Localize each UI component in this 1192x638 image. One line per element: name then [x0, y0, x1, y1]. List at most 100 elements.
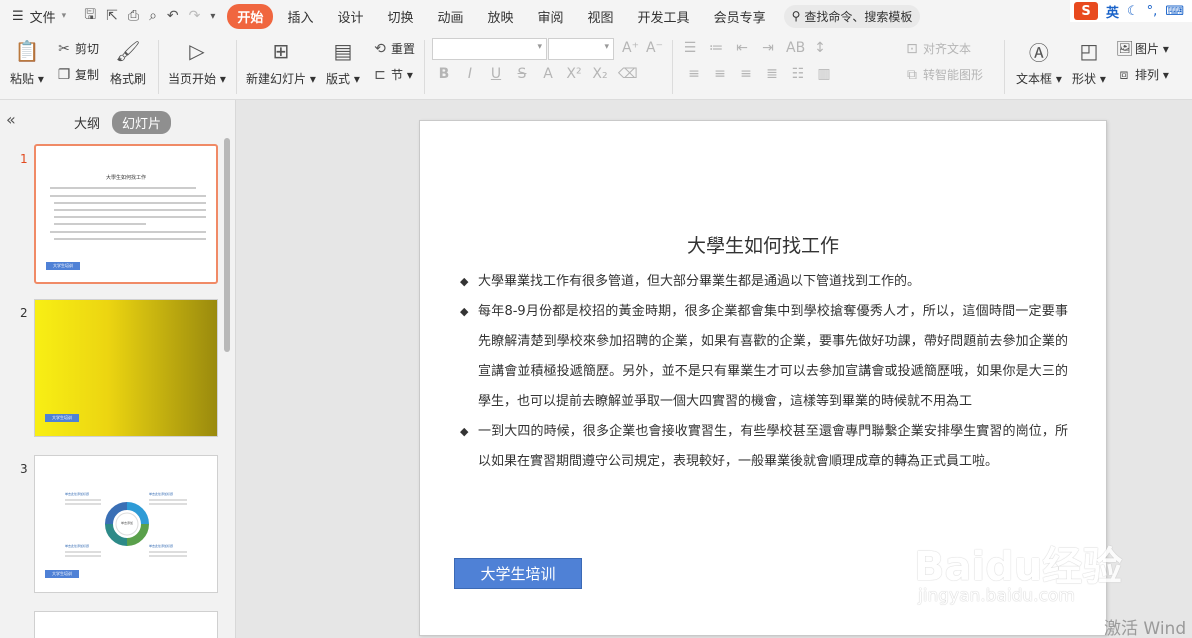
tab-insert[interactable]: 插入: [277, 4, 323, 29]
tab-animation[interactable]: 动画: [427, 4, 473, 29]
pane-scrollbar[interactable]: [224, 138, 230, 352]
thumb-text-lines: [50, 187, 206, 240]
tab-home[interactable]: 开始: [227, 3, 274, 29]
format-painter-button[interactable]: 🖌 格式刷: [110, 38, 146, 87]
slide-number: 1: [20, 152, 28, 166]
align-right-icon[interactable]: ≡: [738, 66, 754, 82]
strikethrough-icon[interactable]: S: [514, 66, 530, 82]
paragraph-group-top: ☰ ≔ ⇤ ⇥ AB ↕: [682, 40, 828, 56]
section-button[interactable]: ⊏ 节 ▾: [372, 66, 413, 83]
arrange-button[interactable]: ⧈ 排列 ▾: [1116, 66, 1169, 83]
reset-button[interactable]: ⟲ 重置: [372, 40, 415, 57]
align-text-button[interactable]: ⊡ 对齐文本: [904, 40, 971, 57]
shapes-label: 形状: [1072, 72, 1097, 86]
watermark-url: jingyan.baidu.com: [918, 586, 1075, 606]
tab-transition[interactable]: 切换: [377, 4, 423, 29]
ime-language[interactable]: 英: [1106, 2, 1119, 21]
distribute-icon[interactable]: ☷: [790, 66, 806, 82]
brush-icon: 🖌: [115, 39, 141, 63]
tab-slides[interactable]: 幻灯片: [112, 111, 172, 134]
layout-button[interactable]: ▤ 版式 ▾: [326, 38, 360, 87]
italic-icon[interactable]: I: [462, 66, 478, 82]
increase-font-icon[interactable]: A⁺: [622, 40, 639, 56]
slide-thumbnail-2[interactable]: 大学生培训: [34, 299, 218, 437]
layout-label: 版式: [326, 72, 351, 86]
save-icon[interactable]: 🖫: [84, 4, 96, 28]
search-placeholder: 查找命令、搜索模板: [804, 9, 913, 24]
section-icon: ⊏: [374, 66, 386, 83]
font-size-select[interactable]: [548, 38, 614, 60]
align-center-icon[interactable]: ≡: [712, 66, 728, 82]
tab-developer[interactable]: 开发工具: [628, 4, 700, 29]
font-color-icon[interactable]: A: [540, 66, 556, 82]
command-search[interactable]: ⚲ 查找命令、搜索模板: [783, 4, 921, 28]
decrease-indent-icon[interactable]: ⇤: [734, 40, 750, 56]
windows-activation-notice: 激活 Wind: [1104, 619, 1187, 638]
underline-icon[interactable]: U: [488, 66, 504, 82]
decrease-font-icon[interactable]: A⁻: [646, 40, 663, 56]
shapes-button[interactable]: ◰ 形状 ▾: [1072, 38, 1106, 87]
baidu-watermark: Baidu经验: [914, 544, 1123, 590]
thumb-quadrant-label: 单击此处添加标题: [65, 544, 90, 548]
text-direction-icon[interactable]: AB: [786, 40, 805, 56]
layout-icon: ▤: [333, 39, 353, 63]
new-slide-button[interactable]: ⊞ 新建幻灯片 ▾: [246, 38, 316, 87]
columns-icon[interactable]: ▥: [816, 66, 832, 82]
sogou-logo-icon[interactable]: S: [1074, 2, 1098, 20]
redo-icon[interactable]: ↷: [189, 8, 201, 24]
align-text-icon: ⊡: [906, 40, 918, 57]
increase-indent-icon[interactable]: ⇥: [760, 40, 776, 56]
tab-membership[interactable]: 会员专享: [704, 4, 776, 29]
tab-design[interactable]: 设计: [327, 4, 373, 29]
slide-thumbnail-1[interactable]: 大學生如何找工作 大学生培训: [34, 144, 218, 284]
subscript-icon[interactable]: X₂: [592, 66, 608, 82]
copy-icon: ❐: [57, 66, 71, 83]
tab-slideshow[interactable]: 放映: [478, 4, 524, 29]
picture-button[interactable]: 🖼 图片 ▾: [1116, 40, 1169, 57]
play-from-current-button[interactable]: ▷ 当页开始 ▾: [168, 38, 226, 87]
cloud-export-icon[interactable]: ⇱: [106, 8, 118, 24]
tab-review[interactable]: 审阅: [528, 4, 574, 29]
undo-icon[interactable]: ↶: [167, 8, 179, 24]
file-menu-label: 文件: [29, 10, 56, 26]
customize-chevron-icon[interactable]: ▾: [210, 11, 215, 22]
slide-button-shape[interactable]: 大学生培训: [454, 558, 582, 589]
ribbon-toolbar: 📋 粘贴 ▾ ✂ 剪切 ❐ 复制 🖌 格式刷 ▷ 当页开始 ▾ ⊞ 新建幻灯片 …: [0, 32, 1192, 100]
file-menu[interactable]: ☰ 文件 ▾: [0, 7, 76, 26]
justify-icon[interactable]: ≣: [764, 66, 780, 82]
scissors-icon: ✂: [58, 40, 70, 57]
slide-thumbnail-4[interactable]: [34, 611, 218, 638]
slide-thumbnail-3[interactable]: 单击添加 单击此处添加标题 单击此处添加标题 单击此处添加标题 单击此处添加标题…: [34, 455, 218, 593]
print-preview-icon[interactable]: ⌕: [149, 8, 157, 24]
print-icon[interactable]: ⎙: [128, 8, 139, 24]
paragraph-group-bottom: ≡ ≡ ≡ ≣ ☷ ▥: [686, 66, 832, 82]
punctuation-icon[interactable]: °,: [1147, 4, 1158, 19]
convert-smartart-button[interactable]: ⧉ 转智能图形: [904, 66, 983, 83]
section-label: 节: [391, 68, 404, 82]
line-spacing-icon[interactable]: ↕: [812, 40, 828, 56]
copy-label: 复制: [75, 68, 100, 82]
font-family-select[interactable]: [432, 38, 547, 60]
slide-body-text[interactable]: 大學畢業找工作有很多管道，但大部分畢業生都是通過以下管道找到工作的。 每年8-9…: [460, 267, 1068, 477]
copy-button[interactable]: ❐ 复制: [56, 66, 99, 83]
smartart-icon: ⧉: [907, 66, 917, 83]
new-slide-icon: ⊞: [272, 39, 290, 63]
keyboard-icon[interactable]: ⌨: [1165, 4, 1184, 19]
textbox-button[interactable]: Ⓐ 文本框 ▾: [1016, 38, 1062, 87]
cut-button[interactable]: ✂ 剪切: [56, 40, 99, 57]
format-painter-label: 格式刷: [110, 72, 147, 86]
paste-label: 粘贴: [10, 72, 35, 86]
bold-icon[interactable]: B: [436, 66, 452, 82]
hamburger-icon: ☰: [12, 8, 24, 24]
clear-format-icon[interactable]: ⌫: [618, 66, 638, 82]
paste-button[interactable]: 📋 粘贴 ▾: [10, 38, 44, 87]
slide-title[interactable]: 大學生如何找工作: [420, 231, 1106, 258]
align-left-icon[interactable]: ≡: [686, 66, 702, 82]
tab-view[interactable]: 视图: [578, 4, 624, 29]
bullet-list-icon[interactable]: ☰: [682, 40, 698, 56]
superscript-icon[interactable]: X²: [566, 66, 582, 82]
collapse-pane-icon[interactable]: «: [6, 110, 16, 129]
moon-icon[interactable]: ☾: [1127, 4, 1139, 19]
tab-outline[interactable]: 大纲: [64, 111, 110, 134]
numbered-list-icon[interactable]: ≔: [708, 40, 724, 56]
